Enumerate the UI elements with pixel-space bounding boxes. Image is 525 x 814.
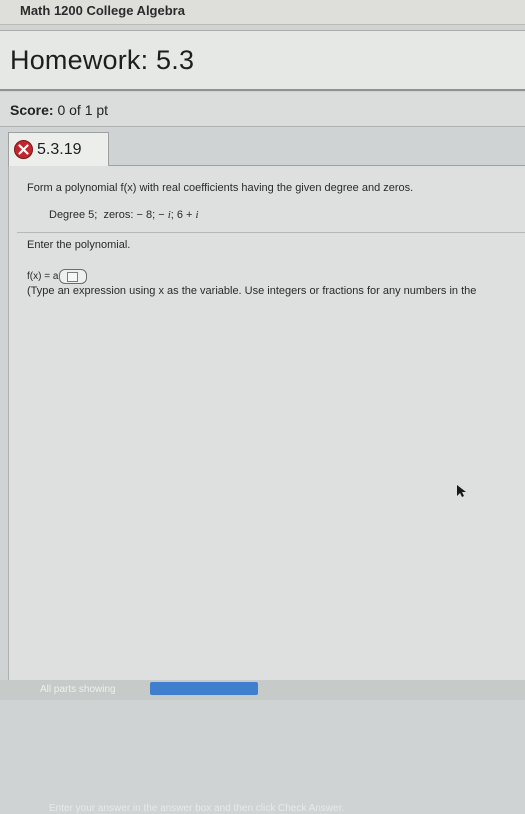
course-header: Math 1200 College Algebra: [0, 0, 525, 25]
zero-1: − 8;: [136, 209, 156, 221]
answer-row: f(x) = a: [27, 269, 88, 284]
degree-text: Degree 5;: [49, 209, 98, 221]
imag-unit-2: i: [195, 209, 199, 221]
answer-input[interactable]: [59, 269, 88, 284]
course-title: Math 1200 College Algebra: [20, 3, 185, 18]
parts-showing-label: All parts showing: [40, 684, 116, 695]
question-panel: Form a polynomial f(x) with real coeffic…: [8, 166, 525, 814]
check-answer-button[interactable]: [150, 682, 258, 695]
zeros-label: zeros:: [103, 209, 134, 221]
question-prompt: Form a polynomial f(x) with real coeffic…: [27, 182, 414, 194]
zero-2-prefix: −: [158, 209, 165, 221]
homework-title: Homework: 5.3: [10, 45, 195, 75]
homework-header: Homework: 5.3: [0, 30, 525, 91]
question-number: 5.3.19: [37, 141, 82, 158]
divider: [17, 232, 525, 233]
input-hint: (Type an expression using x as the varia…: [27, 285, 477, 297]
score-text: Score: 0 of 1 pt: [10, 102, 108, 118]
score-label: Score:: [10, 102, 54, 118]
fx-label: f(x) = a: [27, 271, 59, 283]
x-circle-icon: [14, 140, 33, 159]
score-bar: Score: 0 of 1 pt: [0, 92, 525, 127]
mouse-cursor-icon: [457, 485, 466, 497]
answer-input-slot[interactable]: [67, 272, 79, 282]
zero-3-prefix: ; 6 +: [170, 209, 193, 221]
score-value: 0 of 1 pt: [57, 102, 109, 118]
enter-instruction: Enter the polynomial.: [27, 239, 131, 251]
given-degree-zeros: Degree 5; zeros: − 8; − i; 6 + i: [49, 209, 199, 221]
question-tab[interactable]: 5.3.19: [8, 132, 109, 166]
footer-hint: Enter your answer in the answer box and …: [49, 803, 345, 814]
